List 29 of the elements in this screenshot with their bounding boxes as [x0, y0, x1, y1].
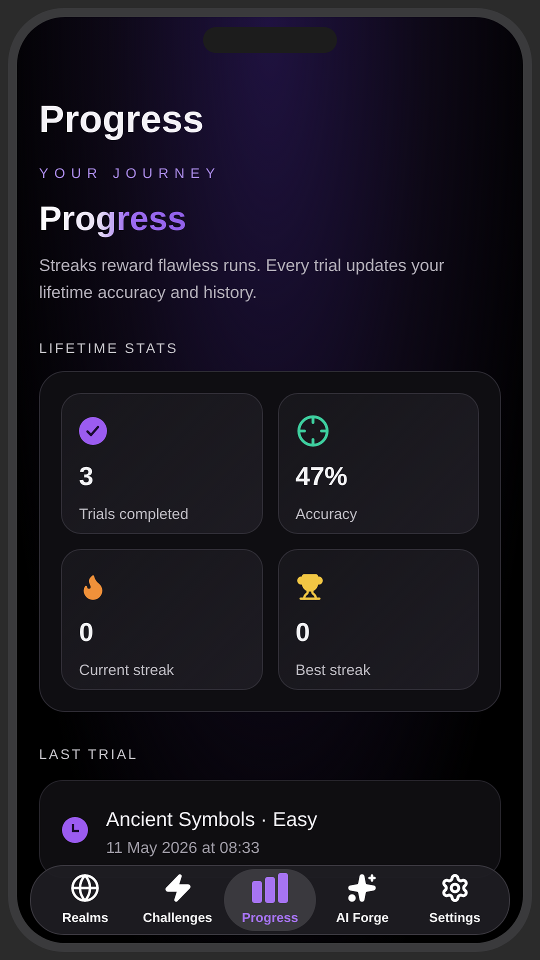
- sparkles-icon: [347, 872, 378, 903]
- stat-value: 3: [79, 460, 94, 493]
- stat-value: 0: [79, 616, 94, 649]
- trial-time: 11 May 2026 at 08:33: [106, 839, 261, 859]
- check-circle-icon: [79, 417, 107, 445]
- tab[interactable]: Challenges: [131, 869, 224, 931]
- page-title: Progress: [39, 98, 205, 143]
- stat-label: Accuracy: [296, 505, 358, 525]
- stat-label: Best streak: [296, 661, 371, 681]
- trophy-icon: [296, 573, 324, 601]
- bar-chart-icon: [251, 872, 290, 903]
- crosshair-icon: [296, 414, 330, 448]
- stat-label: Current streak: [79, 661, 174, 681]
- section-label: LAST TRIAL: [39, 745, 140, 764]
- stat-value: 47%: [296, 460, 348, 493]
- gear-icon: [440, 872, 470, 903]
- tab[interactable]: AI Forge: [316, 869, 409, 931]
- clock-icon: [62, 817, 88, 843]
- eyebrow-text: YOUR JOURNEY: [39, 164, 222, 182]
- tab[interactable]: Realms: [39, 869, 132, 931]
- stat-value: 0: [296, 616, 310, 649]
- description-text: Streaks reward flawless runs. Every trial updates your lifetime accuracy and history.: [39, 255, 446, 304]
- tab[interactable]: Progress: [224, 869, 316, 931]
- stat-label: Trials completed: [79, 505, 188, 525]
- section-label: LIFETIME STATS: [39, 339, 180, 358]
- globe-icon: [70, 872, 100, 903]
- lightning-icon: [162, 872, 193, 903]
- tab[interactable]: Settings: [408, 869, 502, 931]
- trial-title: Ancient Symbols · Easy: [106, 808, 318, 833]
